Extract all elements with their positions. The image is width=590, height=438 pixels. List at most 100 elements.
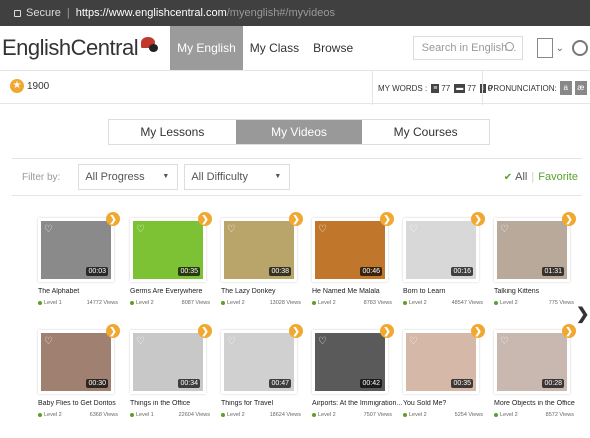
video-thumbnail[interactable]: ♡00:46 — [312, 218, 388, 282]
video-title[interactable]: The Alphabet — [38, 288, 128, 295]
video-views: 14772 Views — [87, 300, 118, 306]
heart-icon[interactable]: ♡ — [500, 224, 509, 235]
play-badge-icon[interactable]: ❯ — [106, 324, 120, 338]
video-thumbnail[interactable]: ♡00:03 — [38, 218, 114, 282]
video-card[interactable]: ♡00:35❯Germs Are EverywhereLevel 28087 V… — [130, 218, 206, 326]
play-badge-icon[interactable]: ❯ — [198, 324, 212, 338]
search-input[interactable]: Search in English... — [413, 36, 523, 60]
video-meta: Level 25254 Views — [403, 412, 483, 418]
video-card[interactable]: ♡00:35❯You Sold Me?Level 25254 Views — [403, 330, 479, 438]
video-title[interactable]: Things for Travel — [221, 400, 311, 407]
filter-all[interactable]: All — [515, 171, 527, 183]
play-badge-icon[interactable]: ❯ — [471, 212, 485, 226]
video-level: Level 2 — [409, 412, 427, 418]
heart-icon[interactable]: ♡ — [318, 336, 327, 347]
play-badge-icon[interactable]: ❯ — [198, 212, 212, 226]
video-thumbnail[interactable]: ♡00:38 — [221, 218, 297, 282]
pron-box[interactable]: æ — [575, 81, 587, 95]
video-thumbnail[interactable]: ♡00:34 — [130, 330, 206, 394]
video-title[interactable]: He Named Me Malala — [312, 288, 402, 295]
play-badge-icon[interactable]: ❯ — [380, 212, 394, 226]
heart-icon[interactable]: ♡ — [409, 336, 418, 347]
video-title[interactable]: Germs Are Everywhere — [130, 288, 220, 295]
play-badge-icon[interactable]: ❯ — [562, 212, 576, 226]
tab-my-videos[interactable]: My Videos — [236, 120, 363, 144]
video-thumbnail[interactable]: ♡ 00:47 — [221, 330, 297, 394]
search-icon[interactable] — [505, 42, 514, 51]
video-views: 18624 Views — [270, 412, 301, 418]
video-thumbnail[interactable]: ♡ 01:31 — [494, 218, 570, 282]
play-badge-icon[interactable]: ❯ — [380, 324, 394, 338]
list-icon: ≡ — [431, 84, 439, 93]
video-title[interactable]: Things in the Office — [130, 400, 220, 407]
video-title[interactable]: Airports: At the Immigration... — [312, 400, 402, 407]
logo[interactable]: EnglishCentral — [2, 35, 158, 61]
video-duration: 00:47 — [269, 379, 291, 388]
video-card[interactable]: ♡00:30❯Baby Flies to Get DoritosLevel 26… — [38, 330, 114, 438]
video-card[interactable]: ♡00:38❯The Lazy DonkeyLevel 213028 Views — [221, 218, 297, 326]
filter-favorite[interactable]: Favorite — [538, 171, 578, 183]
heart-icon[interactable]: ♡ — [227, 224, 236, 235]
video-title[interactable]: More Objects in the Office — [494, 400, 584, 407]
video-title[interactable]: Talking Kittens — [494, 288, 584, 295]
video-thumbnail[interactable]: ♡00:30 — [38, 330, 114, 394]
pronunciation[interactable]: PRONUNCIATION: a æ ə ɪ — [482, 71, 590, 105]
video-duration: 00:28 — [542, 379, 564, 388]
next-page-arrow-icon[interactable]: ❯ — [576, 304, 589, 324]
dropdown-arrow-icon: ▼ — [274, 173, 281, 180]
chevron-down-icon[interactable]: ⌄ — [556, 43, 564, 54]
progress-select[interactable]: All Progress ▼ — [78, 164, 178, 190]
heart-icon[interactable]: ♡ — [318, 224, 327, 235]
video-meta: Level 2775 Views — [494, 300, 574, 306]
video-card[interactable]: ♡01:31❯Talking KittensLevel 2775 Views — [494, 218, 570, 326]
play-badge-icon[interactable]: ❯ — [289, 212, 303, 226]
browser-address-bar[interactable]: Secure | https://www.englishcentral.com … — [0, 0, 590, 26]
video-title[interactable]: The Lazy Donkey — [221, 288, 311, 295]
video-card[interactable]: ♡00:42❯Airports: At the Immigration...Le… — [312, 330, 388, 438]
video-title[interactable]: You Sold Me? — [403, 400, 493, 407]
video-card[interactable]: ♡00:46❯He Named Me MalalaLevel 28783 Vie… — [312, 218, 388, 326]
video-card[interactable]: ♡00:16❯Born to LearnLevel 248547 Views — [403, 218, 479, 326]
nav-my-class[interactable]: My Class — [243, 26, 306, 70]
tab-my-courses[interactable]: My Courses — [362, 120, 489, 144]
lock-icon — [14, 10, 21, 17]
video-views: 6368 Views — [90, 412, 118, 418]
video-thumbnail[interactable]: ♡00:16 — [403, 218, 479, 282]
my-words[interactable]: MY WORDS : ≡ 77 ▬ 77 i 0 — [372, 71, 492, 105]
video-card[interactable]: ♡00:34❯Things in the OfficeLevel 122604 … — [130, 330, 206, 438]
nav-browse[interactable]: Browse — [306, 26, 360, 70]
section-tabs: My Lessons My Videos My Courses — [108, 119, 490, 145]
my-words-label: MY WORDS : — [378, 84, 427, 93]
url-path: /myenglish#/myvideos — [227, 7, 335, 19]
heart-icon[interactable]: ♡ — [409, 224, 418, 235]
play-badge-icon[interactable]: ❯ — [471, 324, 485, 338]
video-card[interactable]: ♡00:03❯The AlphabetLevel 114772 Views — [38, 218, 114, 326]
video-card[interactable]: ♡00:28❯More Objects in the OfficeLevel 2… — [494, 330, 570, 438]
video-thumbnail[interactable]: ♡ 00:28 — [494, 330, 570, 394]
video-title[interactable]: Born to Learn — [403, 288, 493, 295]
play-badge-icon[interactable]: ❯ — [106, 212, 120, 226]
pron-box[interactable]: a — [560, 81, 572, 95]
nav-my-english[interactable]: My English — [170, 26, 243, 70]
video-thumbnail[interactable]: ♡00:42 — [312, 330, 388, 394]
level-dot-icon — [38, 301, 42, 305]
avatar-icon[interactable] — [537, 38, 553, 58]
heart-icon[interactable]: ♡ — [44, 224, 53, 235]
play-badge-icon[interactable]: ❯ — [289, 324, 303, 338]
difficulty-select[interactable]: All Difficulty ▼ — [184, 164, 290, 190]
heart-icon[interactable]: ♡ — [227, 336, 236, 347]
check-icon: ✔ — [504, 172, 512, 183]
heart-icon[interactable]: ♡ — [500, 336, 509, 347]
heart-icon[interactable]: ♡ — [136, 224, 145, 235]
video-thumbnail[interactable]: ♡00:35 — [403, 330, 479, 394]
heart-icon[interactable]: ♡ — [136, 336, 145, 347]
tab-my-lessons[interactable]: My Lessons — [109, 120, 236, 144]
globe-icon[interactable] — [572, 40, 588, 56]
video-card[interactable]: ♡00:47❯Things for TravelLevel 218624 Vie… — [221, 330, 297, 438]
video-title[interactable]: Baby Flies to Get Doritos — [38, 400, 128, 407]
video-duration: 01:31 — [542, 267, 564, 276]
video-thumbnail[interactable]: ♡00:35 — [130, 218, 206, 282]
play-badge-icon[interactable]: ❯ — [562, 324, 576, 338]
coin-count: 1900 — [27, 81, 49, 92]
heart-icon[interactable]: ♡ — [44, 336, 53, 347]
